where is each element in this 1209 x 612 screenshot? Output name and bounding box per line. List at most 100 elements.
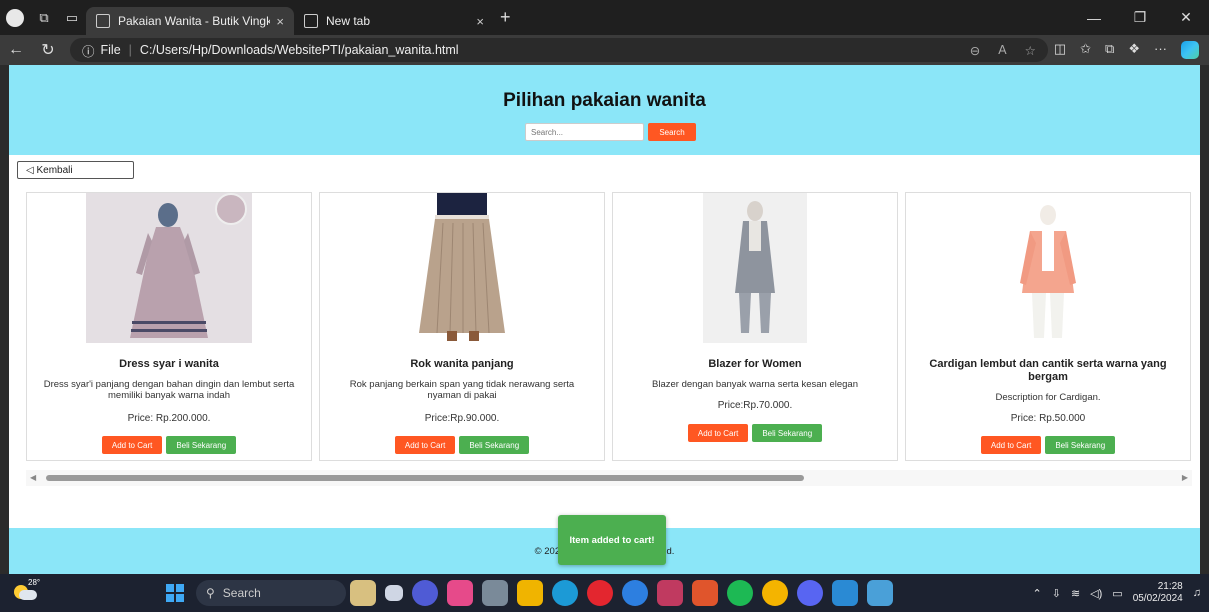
footer-text-left: © 202 xyxy=(534,546,561,557)
notification-bell-icon[interactable]: ♫ xyxy=(1193,587,1201,599)
wifi-icon[interactable]: ≋ xyxy=(1071,587,1080,600)
office-app-icon[interactable] xyxy=(692,580,718,606)
copilot-icon[interactable] xyxy=(1181,41,1199,59)
clock-date: 05/02/2024 xyxy=(1132,593,1183,604)
file-explorer-icon[interactable] xyxy=(517,580,543,606)
buy-now-button[interactable]: Beli Sekarang xyxy=(166,436,237,454)
taskbar-search-label: Search xyxy=(222,586,261,600)
product-price: Price:Rp.70.000. xyxy=(717,400,793,411)
taskbar-search[interactable]: ⚲ Search xyxy=(196,580,346,606)
product-card-dress: Dress syar i wanita Dress syar'i panjang… xyxy=(26,192,312,461)
temperature: 28° xyxy=(28,578,41,587)
product-description: Blazer dengan banyak warna serta kesan e… xyxy=(652,379,858,390)
restore-icon[interactable]: ❐ xyxy=(1117,0,1163,35)
favorites-icon[interactable]: ✩ xyxy=(1080,41,1091,59)
product-name: Blazer for Women xyxy=(708,358,802,370)
add-to-cart-button[interactable]: Add to Cart xyxy=(394,436,456,454)
product-description: Rok panjang berkain span yang tidak nera… xyxy=(349,379,575,401)
clock[interactable]: 21:28 05/02/2024 xyxy=(1133,581,1183,605)
address-prefix: File xyxy=(100,43,121,57)
favorite-star-icon[interactable]: ☆ xyxy=(1025,43,1036,58)
back-arrow-icon[interactable]: ← xyxy=(0,41,32,59)
search-icon: ⚲ xyxy=(206,586,215,600)
task-view-icon[interactable] xyxy=(385,585,403,601)
taskbar-apps xyxy=(350,580,893,606)
spotify-app-icon[interactable] xyxy=(727,580,753,606)
widgets-app-icon[interactable] xyxy=(350,580,376,606)
product-actions: Add to Cart Beli Sekarang xyxy=(613,424,897,442)
edge-browser-icon[interactable] xyxy=(552,580,578,606)
buy-now-button[interactable]: Beli Sekarang xyxy=(1045,436,1116,454)
scrollbar-thumb[interactable] xyxy=(46,475,804,481)
info-icon[interactable]: ⓘ xyxy=(82,41,95,60)
close-tab-icon[interactable]: × xyxy=(276,14,284,29)
close-tab-icon[interactable]: × xyxy=(476,14,484,29)
discord-app-icon[interactable] xyxy=(797,580,823,606)
page-title: Pilihan pakaian wanita xyxy=(503,90,706,111)
buy-now-button[interactable]: Beli Sekarang xyxy=(459,436,530,454)
buy-now-button[interactable]: Beli Sekarang xyxy=(752,424,823,442)
scroll-right-icon[interactable]: ▶ xyxy=(1182,473,1188,482)
tab-new-tab[interactable]: New tab × xyxy=(294,7,494,35)
product-name: Cardigan lembut dan cantik serta warna y… xyxy=(929,358,1167,383)
product-description: Description for Cardigan. xyxy=(995,392,1101,403)
page-header: Pilihan pakaian wanita Search xyxy=(9,65,1200,155)
volume-icon[interactable]: ◁) xyxy=(1090,587,1102,600)
page-viewport: Pilihan pakaian wanita Search ◁ Kembali … xyxy=(9,65,1200,574)
horizontal-scrollbar[interactable]: ◀ ▶ xyxy=(26,470,1192,486)
chrome-app-icon[interactable] xyxy=(762,580,788,606)
product-description: Dress syar'i panjang dengan bahan dingin… xyxy=(43,379,295,401)
workspaces-icon[interactable]: ⧉ xyxy=(30,0,58,35)
usb-icon[interactable]: ⇩ xyxy=(1052,587,1061,600)
tab-pakaian-wanita[interactable]: Pakaian Wanita - Butik Vingky × xyxy=(86,7,294,35)
tab-actions-icon[interactable]: ▭ xyxy=(58,0,86,35)
product-card-skirt: Rok wanita panjang Rok panjang berkain s… xyxy=(319,192,605,461)
product-price: Price: Rp.200.000. xyxy=(127,413,211,424)
refresh-icon[interactable]: ↻ xyxy=(32,40,64,60)
chevron-up-icon[interactable]: ⌃ xyxy=(1033,587,1042,600)
search-button[interactable]: Search xyxy=(648,123,696,141)
profile-icon[interactable] xyxy=(6,8,24,27)
add-to-cart-button[interactable]: Add to Cart xyxy=(101,436,163,454)
product-name: Dress syar i wanita xyxy=(119,358,219,370)
new-tab-button[interactable]: + xyxy=(500,7,511,28)
more-icon[interactable]: ··· xyxy=(1154,41,1167,59)
scroll-left-icon[interactable]: ◀ xyxy=(30,473,36,482)
product-card-blazer: Blazer for Women Blazer dengan banyak wa… xyxy=(612,192,898,461)
close-window-icon[interactable]: ✕ xyxy=(1163,0,1209,35)
add-to-cart-button[interactable]: Add to Cart xyxy=(980,436,1042,454)
product-actions: Add to Cart Beli Sekarang xyxy=(320,436,604,454)
start-icon[interactable] xyxy=(166,584,184,602)
blue-app-icon[interactable] xyxy=(622,580,648,606)
address-separator: | xyxy=(128,43,132,57)
newtab-icon xyxy=(304,14,318,28)
product-actions: Add to Cart Beli Sekarang xyxy=(27,436,311,454)
split-screen-icon[interactable]: ◫ xyxy=(1054,41,1066,59)
battery-icon[interactable]: ▭ xyxy=(1112,587,1122,600)
search-form: Search xyxy=(525,123,696,141)
product-price: Price: Rp.50.000 xyxy=(1010,413,1086,424)
chat-app-icon[interactable] xyxy=(412,580,438,606)
toast-notification: Item added to cart! xyxy=(558,515,666,565)
back-button[interactable]: ◁ Kembali xyxy=(17,161,134,179)
opera-browser-icon[interactable] xyxy=(587,580,613,606)
cloud-icon xyxy=(19,590,37,600)
read-aloud-icon[interactable]: A xyxy=(998,43,1006,58)
pocket-app-icon[interactable] xyxy=(657,580,683,606)
store-app-icon[interactable] xyxy=(482,580,508,606)
collections-icon[interactable]: ⧉ xyxy=(1105,41,1114,59)
weather-widget[interactable]: 28° xyxy=(14,578,54,608)
product-actions: Add to Cart Beli Sekarang xyxy=(906,436,1190,454)
zoom-icon[interactable]: ⊖ xyxy=(970,43,980,58)
search-input[interactable] xyxy=(525,123,644,141)
address-bar[interactable]: ⓘ File | C:/Users/Hp/Downloads/WebsitePT… xyxy=(70,38,1048,62)
minimize-icon[interactable]: — xyxy=(1071,0,1117,35)
page-icon xyxy=(96,14,110,28)
blazer-image xyxy=(703,193,807,343)
extensions-icon[interactable]: ❖ xyxy=(1128,41,1140,59)
photos-app-icon[interactable] xyxy=(867,580,893,606)
cardigan-image xyxy=(996,193,1100,343)
add-to-cart-button[interactable]: Add to Cart xyxy=(687,424,749,442)
figma-app-icon[interactable] xyxy=(447,580,473,606)
vscode-app-icon[interactable] xyxy=(832,580,858,606)
